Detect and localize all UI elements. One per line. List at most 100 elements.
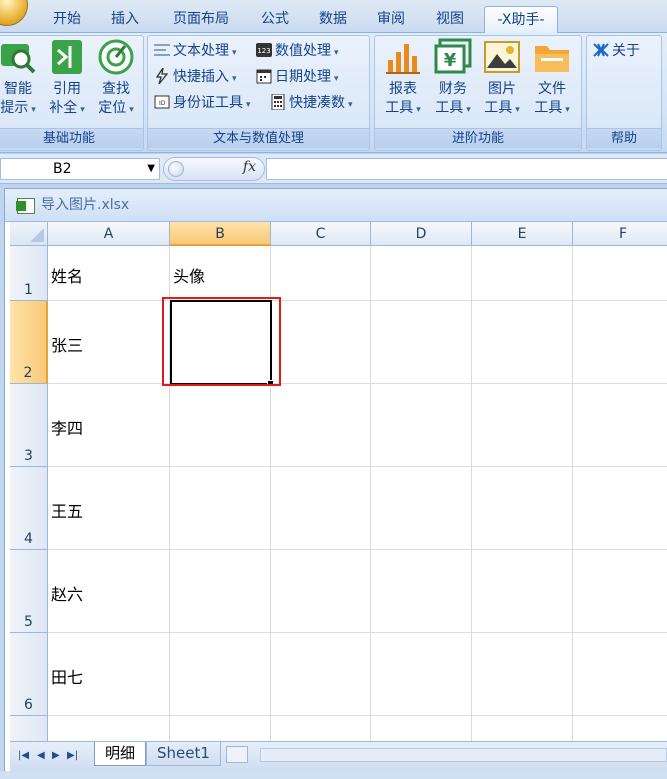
cell-e4[interactable] bbox=[472, 467, 573, 550]
date-process-button[interactable]: 日期处理 ▾ bbox=[256, 66, 339, 88]
ribbon-tab-bar: 开始 插入 页面布局 公式 数据 审阅 视图 -X助手- bbox=[0, 0, 667, 34]
sheet-tab-detail[interactable]: 明细 bbox=[94, 742, 147, 766]
cell-b6[interactable] bbox=[170, 633, 271, 716]
cell-a4[interactable]: 王五 bbox=[48, 467, 170, 550]
formula-input[interactable] bbox=[266, 158, 667, 180]
picture-icon bbox=[484, 41, 520, 73]
expand-knob-icon[interactable] bbox=[168, 161, 184, 177]
cell-a2[interactable]: 张三 bbox=[48, 301, 170, 384]
cell-c5[interactable] bbox=[271, 550, 371, 633]
tab-insert[interactable]: 插入 bbox=[102, 6, 148, 33]
cell-a5[interactable]: 赵六 bbox=[48, 550, 170, 633]
row-header-1[interactable]: 1 bbox=[10, 246, 48, 301]
ribbon: 智能 提示 ▾ 引用 补全 ▾ 查找 定位 ▾ 基础功能 文本处理 ▾ 123 … bbox=[0, 33, 667, 153]
svg-text:¥: ¥ bbox=[444, 50, 457, 71]
cell-d2[interactable] bbox=[371, 301, 472, 384]
cell-d4[interactable] bbox=[371, 467, 472, 550]
cell-f5[interactable] bbox=[573, 550, 667, 633]
cell-c6[interactable] bbox=[271, 633, 371, 716]
cell-d1[interactable] bbox=[371, 246, 472, 301]
group-label-text-number: 文本与数值处理 bbox=[148, 128, 369, 148]
column-header-c[interactable]: C bbox=[271, 222, 371, 246]
spreadsheet-grid[interactable]: A B C D E F 1 2 3 4 5 6 姓名 头像 张三 李四 王五 赵… bbox=[10, 222, 667, 746]
chevron-down-icon[interactable]: ▼ bbox=[147, 159, 155, 179]
horizontal-scrollbar[interactable] bbox=[260, 748, 667, 762]
magnifier-icon bbox=[1, 44, 36, 74]
workbook-title: 导入图片.xlsx bbox=[41, 197, 130, 213]
name-box[interactable]: B2 ▼ bbox=[0, 158, 160, 180]
about-button[interactable]: 关于 bbox=[593, 40, 640, 62]
cell-a3[interactable]: 李四 bbox=[48, 384, 170, 467]
cell-f4[interactable] bbox=[573, 467, 667, 550]
row-header-6[interactable]: 6 bbox=[10, 633, 48, 716]
group-advanced: 报表 工具 ▾ ¥ 财务 工具 ▾ 图片 工具 ▾ 文件 工具 ▾ 进阶功能 bbox=[374, 35, 582, 151]
cell-b1[interactable]: 头像 bbox=[170, 246, 271, 301]
group-text-number: 文本处理 ▾ 123 数值处理 ▾ 快捷插入 ▾ 日期处理 ▾ ID 身份证工具 ▾ 快捷凑数… bbox=[147, 35, 370, 151]
tab-review[interactable]: 审阅 bbox=[368, 6, 414, 33]
quick-insert-button[interactable]: 快捷插入 ▾ bbox=[154, 66, 237, 88]
cell-e5[interactable] bbox=[472, 550, 573, 633]
last-sheet-icon[interactable]: ▶| bbox=[67, 750, 78, 761]
cell-b4[interactable] bbox=[170, 467, 271, 550]
insert-function-button[interactable]: fx bbox=[243, 159, 256, 175]
cell-e1[interactable] bbox=[472, 246, 573, 301]
cell-a6[interactable]: 田七 bbox=[48, 633, 170, 716]
number-process-button[interactable]: 123 数值处理 ▾ bbox=[256, 40, 339, 62]
row-header-4[interactable]: 4 bbox=[10, 467, 48, 550]
picture-tool-button[interactable]: 图片 工具 ▾ bbox=[479, 38, 525, 128]
tab-home[interactable]: 开始 bbox=[44, 6, 90, 33]
svg-text:123: 123 bbox=[257, 47, 270, 55]
file-tool-button[interactable]: 文件 工具 ▾ bbox=[529, 38, 575, 128]
tab-view[interactable]: 视图 bbox=[427, 6, 473, 33]
cell-d6[interactable] bbox=[371, 633, 472, 716]
cell-f1[interactable] bbox=[573, 246, 667, 301]
tab-formulas[interactable]: 公式 bbox=[252, 6, 298, 33]
formula-bar: B2 ▼ fx bbox=[0, 154, 667, 184]
cell-f2[interactable] bbox=[573, 301, 667, 384]
prev-sheet-icon[interactable]: ◀ bbox=[37, 750, 45, 761]
reference-complete-button[interactable]: 引用 补全 ▾ bbox=[44, 38, 90, 128]
number-123-icon: 123 bbox=[256, 43, 272, 57]
tab-x-helper[interactable]: -X助手- bbox=[484, 6, 558, 34]
cell-b3[interactable] bbox=[170, 384, 271, 467]
cell-f3[interactable] bbox=[573, 384, 667, 467]
finance-tool-button[interactable]: ¥ 财务 工具 ▾ bbox=[430, 38, 476, 128]
find-locate-button[interactable]: 查找 定位 ▾ bbox=[93, 38, 139, 128]
tab-data[interactable]: 数据 bbox=[310, 6, 356, 33]
cell-e2[interactable] bbox=[472, 301, 573, 384]
column-header-b[interactable]: B bbox=[170, 222, 271, 246]
report-tool-button[interactable]: 报表 工具 ▾ bbox=[380, 38, 426, 128]
cell-c2[interactable] bbox=[271, 301, 371, 384]
row-header-2[interactable]: 2 bbox=[10, 301, 48, 384]
insert-sheet-icon[interactable] bbox=[226, 746, 248, 763]
office-button[interactable] bbox=[0, 0, 28, 26]
cell-e6[interactable] bbox=[472, 633, 573, 716]
cell-c1[interactable] bbox=[271, 246, 371, 301]
cell-f6[interactable] bbox=[573, 633, 667, 716]
cell-a1[interactable]: 姓名 bbox=[48, 246, 170, 301]
cell-e3[interactable] bbox=[472, 384, 573, 467]
first-sheet-icon[interactable]: |◀ bbox=[18, 750, 29, 761]
next-sheet-icon[interactable]: ▶ bbox=[52, 750, 60, 761]
column-header-a[interactable]: A bbox=[48, 222, 170, 246]
quick-sum-button[interactable]: 快捷凑数 ▾ bbox=[270, 92, 353, 114]
id-card-tool-button[interactable]: ID 身份证工具 ▾ bbox=[154, 92, 251, 114]
cell-d5[interactable] bbox=[371, 550, 472, 633]
column-header-f[interactable]: F bbox=[573, 222, 667, 246]
cell-b5[interactable] bbox=[170, 550, 271, 633]
column-header-e[interactable]: E bbox=[472, 222, 573, 246]
select-all-corner[interactable] bbox=[10, 222, 48, 246]
cell-c4[interactable] bbox=[271, 467, 371, 550]
text-process-button[interactable]: 文本处理 ▾ bbox=[154, 40, 237, 62]
cell-d3[interactable] bbox=[371, 384, 472, 467]
smart-hint-button[interactable]: 智能 提示 ▾ bbox=[0, 38, 41, 128]
row-header-3[interactable]: 3 bbox=[10, 384, 48, 467]
row-header-5[interactable]: 5 bbox=[10, 550, 48, 633]
workbook-title-bar: 导入图片.xlsx bbox=[5, 189, 667, 222]
sheet-tab-sheet1[interactable]: Sheet1 bbox=[146, 742, 221, 766]
tab-page-layout[interactable]: 页面布局 bbox=[164, 6, 238, 33]
formula-splitter[interactable]: fx bbox=[163, 157, 265, 181]
lightning-icon bbox=[155, 68, 169, 84]
cell-c3[interactable] bbox=[271, 384, 371, 467]
column-header-d[interactable]: D bbox=[371, 222, 472, 246]
